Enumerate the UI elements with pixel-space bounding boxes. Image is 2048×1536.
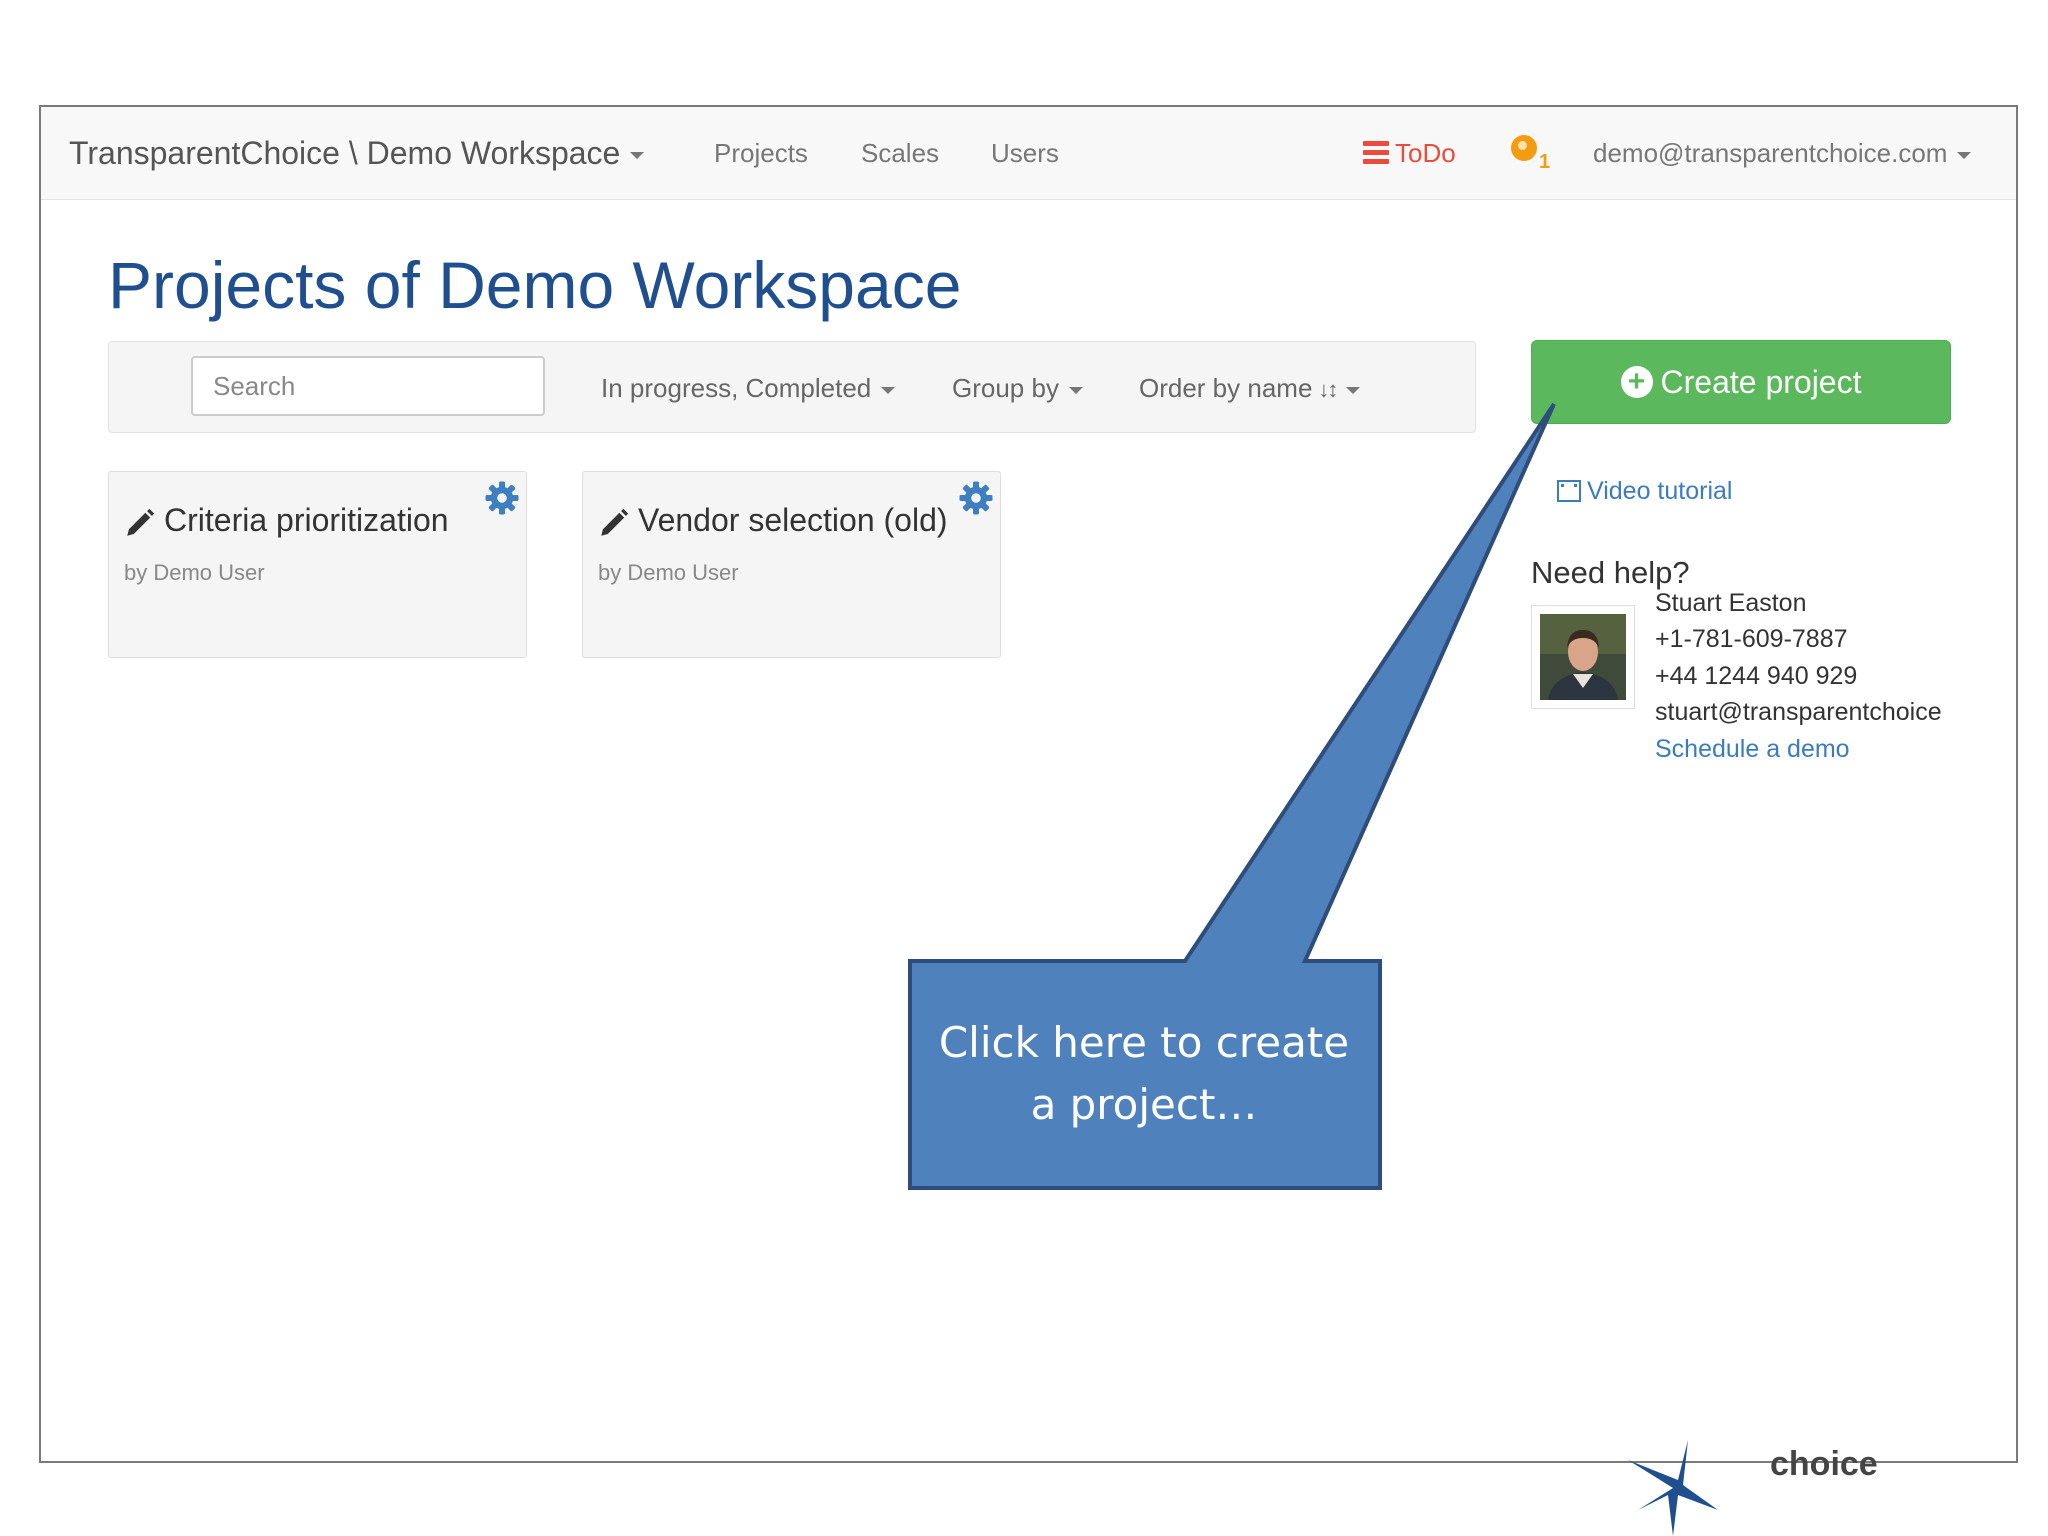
callout-box: Click here to create a project… xyxy=(908,960,1380,1188)
transparentchoice-logo-icon xyxy=(1628,1440,1718,1536)
callout-line-2: a project… xyxy=(1030,1080,1258,1129)
callout-pointer xyxy=(908,402,1556,1190)
callout-line-1: Click here to create xyxy=(938,1018,1350,1067)
footer-logo-text: choice xyxy=(1770,1445,1878,1483)
